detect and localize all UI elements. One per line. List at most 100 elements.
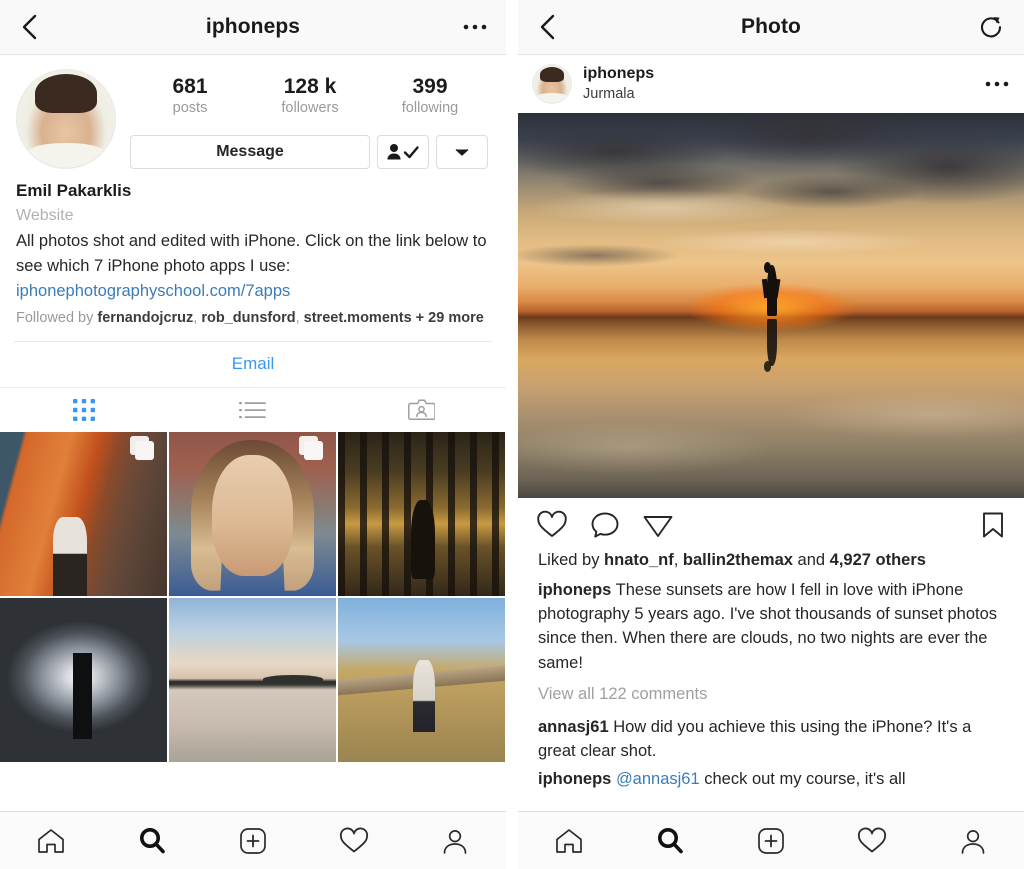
grid-item[interactable] xyxy=(0,431,167,596)
following-count: 399 xyxy=(412,75,448,98)
grid-item[interactable] xyxy=(0,597,167,762)
refresh-button[interactable] xyxy=(978,12,1006,42)
options-dropdown-button[interactable] xyxy=(436,135,488,170)
post-back-button[interactable] xyxy=(536,12,558,42)
photo-grid xyxy=(0,431,506,762)
like-button[interactable] xyxy=(536,510,568,540)
sidebar-item-tagged-tab[interactable] xyxy=(337,388,506,432)
posts-label: posts xyxy=(172,99,208,116)
post-username[interactable]: iphoneps xyxy=(583,64,984,85)
comment-username[interactable]: iphoneps xyxy=(538,770,611,788)
comment-mention[interactable]: @annasj61 xyxy=(616,770,700,788)
following-label: following xyxy=(401,99,459,116)
following-button[interactable] xyxy=(377,135,429,170)
grid-item[interactable] xyxy=(169,597,336,762)
website-label: Website xyxy=(16,207,74,224)
profile-more-button[interactable] xyxy=(462,23,488,31)
follower-name-2[interactable]: street.moments xyxy=(304,310,412,326)
likes-others-count[interactable]: 4,927 others xyxy=(830,551,926,569)
stat-followers[interactable]: 128 k followers xyxy=(250,75,370,117)
posts-count: 681 xyxy=(172,75,208,98)
post-meta: iphoneps Jurmala xyxy=(572,64,984,104)
comment-button[interactable] xyxy=(590,510,620,540)
grid-item[interactable] xyxy=(338,431,505,596)
bookmark-icon xyxy=(983,512,1003,538)
grid-item[interactable] xyxy=(169,431,336,596)
nav-activity-button[interactable] xyxy=(304,827,405,855)
follower-name-1[interactable]: rob_dunsford xyxy=(201,310,295,326)
person-icon xyxy=(444,829,467,854)
nav-search-button[interactable] xyxy=(101,826,202,856)
stat-following[interactable]: 399 following xyxy=(370,75,490,117)
message-button[interactable]: Message xyxy=(130,135,370,170)
caption-username[interactable]: iphoneps xyxy=(538,581,611,599)
grid-item[interactable] xyxy=(338,597,505,762)
comment-item: iphoneps @annasj61 check out my course, … xyxy=(538,763,1004,791)
search-icon xyxy=(657,827,683,853)
profile-navbar: iphoneps xyxy=(0,0,506,55)
home-icon xyxy=(37,828,64,853)
profile-stats-and-actions: 681 posts 128 k followers 399 following … xyxy=(120,69,490,170)
nav-home-button[interactable] xyxy=(0,827,101,855)
back-button[interactable] xyxy=(18,12,40,42)
sidebar-item-grid-tab[interactable] xyxy=(0,388,169,432)
nav-add-button[interactable] xyxy=(202,826,303,856)
liker-name-1[interactable]: ballin2themax xyxy=(683,551,793,569)
save-button[interactable] xyxy=(980,510,1006,540)
nav-activity-button[interactable] xyxy=(822,827,923,855)
nav-profile-button[interactable] xyxy=(405,827,506,855)
follower-name-0[interactable]: fernandojcruz xyxy=(97,310,193,326)
avatar xyxy=(16,69,116,169)
heart-icon xyxy=(537,510,567,537)
post-header: iphoneps Jurmala xyxy=(518,55,1024,113)
profile-bio: Emil Pakarklis Website All photos shot a… xyxy=(0,173,506,328)
profile-header: 681 posts 128 k followers 399 following … xyxy=(0,55,506,173)
email-row: Email xyxy=(0,342,506,387)
plus-square-icon xyxy=(758,827,784,854)
post-location[interactable]: Jurmala xyxy=(583,85,984,105)
multi-photo-icon xyxy=(299,435,323,460)
tagged-person-icon xyxy=(408,399,436,421)
grid-thumbnail xyxy=(0,597,167,762)
avatar-container[interactable] xyxy=(16,69,120,169)
person-check-icon xyxy=(387,144,419,160)
post-body: Liked by hnato_nf, ballin2themax and 4,9… xyxy=(518,546,1024,791)
stat-posts[interactable]: 681 posts xyxy=(130,75,250,117)
nav-add-button[interactable] xyxy=(720,826,821,856)
avatar-hair xyxy=(34,73,98,114)
bio-link[interactable]: iphonephotographyschool.com/7apps xyxy=(16,279,490,305)
email-button[interactable]: Email xyxy=(232,354,275,373)
profile-tabs xyxy=(0,386,506,432)
screenshot-root: iphoneps 681 posts 128 k followers 399 f… xyxy=(0,0,1024,869)
post-caption: iphoneps These sunsets are how I fell in… xyxy=(538,578,1004,675)
heart-icon xyxy=(340,827,369,852)
bio-text: All photos shot and edited with iPhone. … xyxy=(16,232,487,276)
followed-by-suffix[interactable]: + 29 more xyxy=(412,310,484,326)
post-more-button[interactable] xyxy=(984,80,1010,88)
profile-actions: Message xyxy=(130,135,490,170)
grid-thumbnail xyxy=(338,431,505,596)
paper-plane-icon xyxy=(643,516,673,537)
nav-search-button[interactable] xyxy=(619,826,720,856)
sidebar-item-list-tab[interactable] xyxy=(169,388,338,432)
followed-by-prefix: Followed by xyxy=(16,310,98,327)
home-icon xyxy=(555,828,582,853)
post-photo[interactable] xyxy=(518,113,1024,498)
chevron-left-icon xyxy=(22,14,37,40)
nav-profile-button[interactable] xyxy=(923,827,1024,855)
profile-title: iphoneps xyxy=(205,15,301,38)
liker-name-0[interactable]: hnato_nf xyxy=(604,551,674,569)
share-button[interactable] xyxy=(642,510,674,540)
view-all-comments-link[interactable]: View all 122 comments xyxy=(538,675,1004,711)
stats-row: 681 posts 128 k followers 399 following xyxy=(130,69,490,119)
person-icon xyxy=(962,829,985,854)
comment-username[interactable]: annasj61 xyxy=(538,718,609,736)
panel-divider xyxy=(506,0,518,869)
list-icon xyxy=(239,401,266,418)
nav-home-button[interactable] xyxy=(518,827,619,855)
post-avatar[interactable] xyxy=(532,64,572,104)
display-name: Emil Pakarklis xyxy=(16,181,132,201)
likes-middle: and xyxy=(792,551,830,569)
profile-panel: iphoneps 681 posts 128 k followers 399 f… xyxy=(0,0,506,869)
followed-by: Followed by fernandojcruz, rob_dunsford,… xyxy=(16,310,484,327)
